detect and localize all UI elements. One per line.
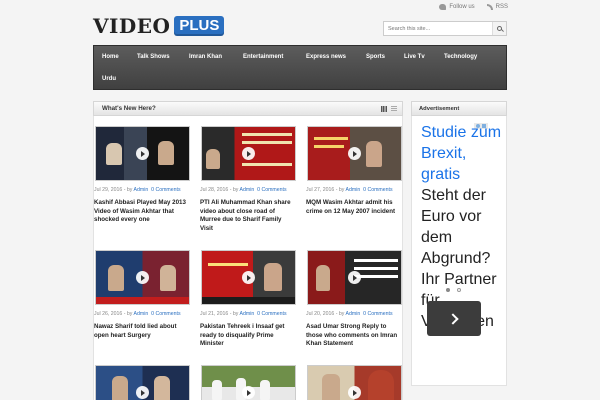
nav-urdu[interactable]: Urdu [102, 76, 116, 82]
post-date: Jul 29, 2016 [94, 187, 123, 193]
nav-imran-khan[interactable]: Imran Khan [189, 54, 222, 60]
advertisement-header: Advertisement [411, 101, 507, 116]
nav-live-tv[interactable]: Live Tv [404, 54, 425, 60]
search-icon [497, 26, 502, 31]
post-thumbnail[interactable] [201, 126, 296, 181]
nav-express-news[interactable]: Express news [306, 54, 346, 60]
post-date: Jul 26, 2016 [94, 311, 123, 317]
nav-entertainment[interactable]: Entertainment [243, 54, 283, 60]
top-links: Follow us RSS [439, 4, 508, 10]
ad-pager [446, 288, 461, 292]
site-logo[interactable]: VIDEO PLUS [93, 14, 225, 38]
post-title[interactable]: Asad Umar Strong Reply to those who comm… [306, 323, 402, 349]
play-icon [242, 271, 255, 284]
twitter-icon [439, 4, 447, 10]
search-input[interactable] [384, 22, 492, 35]
post-date: Jul 27, 2016 [306, 187, 335, 193]
post-meta: Jul 20, 2016 - by Admin 0 Comments [306, 311, 393, 317]
post-comments[interactable]: 0 Comments [151, 187, 180, 193]
post-title[interactable]: PTI Ali Muhammad Khan share video about … [200, 199, 296, 233]
rss-link[interactable]: RSS [486, 4, 508, 10]
play-icon [348, 147, 361, 160]
nav-home[interactable]: Home [102, 54, 119, 60]
post-author[interactable]: Admin [346, 187, 361, 193]
ad-page-dot[interactable] [457, 288, 461, 292]
post-author[interactable]: Admin [240, 187, 255, 193]
post-title[interactable]: MQM Wasim Akhtar admit his crime on 12 M… [306, 199, 402, 216]
post-title[interactable]: Pakistan Tehreek i Insaaf get ready to d… [200, 323, 296, 349]
grid-view-icon[interactable] [381, 106, 387, 112]
post-title[interactable]: Kashif Abbasi Played May 2013 Video of W… [94, 199, 190, 225]
post-date: Jul 28, 2016 [200, 187, 229, 193]
whats-new-header: What's New Here? [93, 101, 403, 116]
post-by: by [126, 187, 133, 193]
post-thumbnail[interactable] [307, 250, 402, 305]
post-by: by [126, 311, 133, 317]
post-thumbnail[interactable] [95, 365, 190, 400]
section-title: What's New Here? [102, 105, 156, 112]
rss-icon [486, 4, 493, 10]
post-meta: Jul 28, 2016 - by Admin 0 Comments [200, 187, 287, 193]
play-icon [348, 271, 361, 284]
post-thumbnail[interactable] [95, 250, 190, 305]
post-author[interactable]: Admin [134, 187, 149, 193]
logo-word: VIDEO [93, 14, 171, 38]
ad-headline[interactable]: Studie zum Brexit, gratis [421, 122, 503, 185]
post-author[interactable]: Admin [240, 311, 255, 317]
post-thumbnail[interactable] [95, 126, 190, 181]
post-thumbnail[interactable] [307, 365, 402, 400]
post-thumbnail[interactable] [201, 250, 296, 305]
nav-technology[interactable]: Technology [444, 54, 477, 60]
post-thumbnail[interactable] [307, 126, 402, 181]
post-grid: Jul 29, 2016 - by Admin 0 Comments Kashi… [93, 116, 403, 400]
post-by: by [338, 311, 345, 317]
ad-page-dot-active[interactable] [446, 288, 450, 292]
post-by: by [338, 187, 345, 193]
post-meta: Jul 21, 2016 - by Admin 0 Comments [200, 311, 287, 317]
post-thumbnail[interactable] [201, 365, 296, 400]
search-button[interactable] [492, 22, 506, 35]
post-date: Jul 21, 2016 [200, 311, 229, 317]
sidebar-title: Advertisement [419, 105, 460, 112]
nav-talk-shows[interactable]: Talk Shows [137, 54, 170, 60]
follow-us-label: Follow us [449, 4, 475, 10]
follow-us-link[interactable]: Follow us [439, 4, 475, 10]
chevron-right-icon [446, 312, 459, 325]
play-icon [242, 386, 255, 399]
play-icon [136, 147, 149, 160]
rss-label: RSS [495, 4, 508, 10]
post-comments[interactable]: 0 Comments [363, 187, 392, 193]
play-icon [348, 386, 361, 399]
post-comments[interactable]: 0 Comments [257, 311, 286, 317]
post-date: Jul 20, 2016 [306, 311, 335, 317]
logo-badge: PLUS [174, 16, 225, 36]
post-meta: Jul 26, 2016 - by Admin 0 Comments [94, 311, 181, 317]
search-box [383, 21, 507, 36]
post-comments[interactable]: 0 Comments [257, 187, 286, 193]
post-by: by [232, 187, 239, 193]
post-by: by [232, 311, 239, 317]
post-meta: Jul 29, 2016 - by Admin 0 Comments [94, 187, 181, 193]
advertisement-box: Studie zum Brexit, gratis Steht der Euro… [411, 116, 507, 386]
ad-next-button[interactable] [427, 301, 481, 336]
post-author[interactable]: Admin [134, 311, 149, 317]
main-nav: Home Talk Shows Imran Khan Entertainment… [93, 45, 507, 90]
post-title[interactable]: Nawaz Sharif told lied about open heart … [94, 323, 190, 340]
post-comments[interactable]: 0 Comments [151, 311, 180, 317]
play-icon [242, 147, 255, 160]
play-icon [136, 386, 149, 399]
post-meta: Jul 27, 2016 - by Admin 0 Comments [306, 187, 393, 193]
list-view-icon[interactable] [391, 106, 397, 112]
nav-sports[interactable]: Sports [366, 54, 385, 60]
post-author[interactable]: Admin [346, 311, 361, 317]
post-comments[interactable]: 0 Comments [363, 311, 392, 317]
play-icon [136, 271, 149, 284]
